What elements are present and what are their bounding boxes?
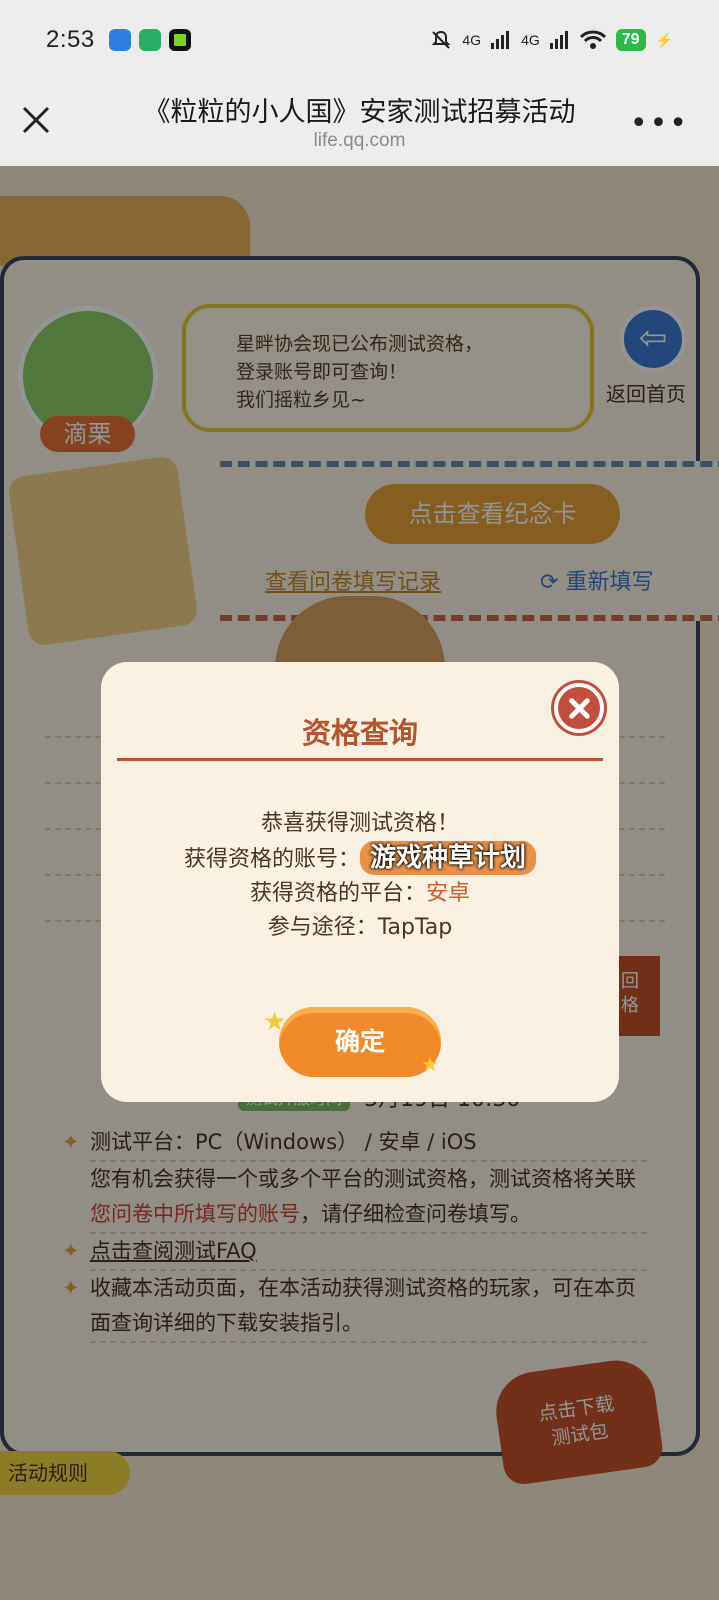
account-value: 游戏种草计划 (360, 841, 537, 875)
platform-label: 获得资格的平台： (249, 881, 426, 906)
channel-label: 参与途径： (267, 915, 378, 940)
status-app-icons (108, 29, 191, 51)
channel-row: 参与途径：TapTap (101, 911, 619, 945)
app-green-icon (168, 29, 191, 51)
battery-level: 79 (615, 29, 646, 51)
dialog-body: 恭喜获得测试资格！ 获得资格的账号： 游戏种草计划 获得资格的平台：安卓 参与途径… (101, 807, 619, 945)
page-title: 《粒粒的小人国》安家测试招募活动 (143, 97, 576, 128)
network-4g-label-2: 4G (521, 32, 540, 48)
congrats-text: 恭喜获得测试资格！ (260, 811, 459, 836)
status-time: 2:53 (46, 26, 95, 53)
status-right: 4G 4G 79 ⚡ (430, 29, 673, 51)
account-row: 获得资格的账号： 游戏种草计划 (101, 841, 619, 877)
account-label: 获得资格的账号： (183, 847, 360, 872)
status-bar: 2:53 4G 4G 79 ⚡ (0, 0, 719, 80)
platform-row: 获得资格的平台：安卓 (101, 877, 619, 911)
star-decoration-icon: ★ (421, 1052, 439, 1076)
dialog-title: 资格查询 (301, 716, 418, 750)
app-notification-icon (108, 29, 131, 51)
page-url: life.qq.com (313, 130, 406, 151)
signal-icon-2 (549, 31, 568, 49)
channel-value: TapTap (377, 915, 453, 940)
charging-icon: ⚡ (655, 31, 673, 48)
network-4g-label: 4G (462, 32, 482, 48)
platform-value: 安卓 (426, 881, 471, 906)
browser-titlebar: 《粒粒的小人国》安家测试招募活动 life.qq.com ••• (0, 80, 719, 166)
qualification-dialog: 资格查询 恭喜获得测试资格！ 获得资格的账号： 游戏种草计划 获得资格的平台：安卓… (101, 662, 619, 1102)
signal-icon (491, 31, 510, 49)
more-menu-button[interactable]: ••• (630, 106, 689, 141)
wechat-icon (138, 29, 161, 51)
dialog-divider (117, 758, 603, 761)
wifi-icon (579, 30, 606, 49)
star-decoration-icon: ★ (263, 1007, 287, 1037)
confirm-button[interactable]: 确定 (279, 1007, 441, 1077)
mute-bell-icon (431, 30, 451, 49)
